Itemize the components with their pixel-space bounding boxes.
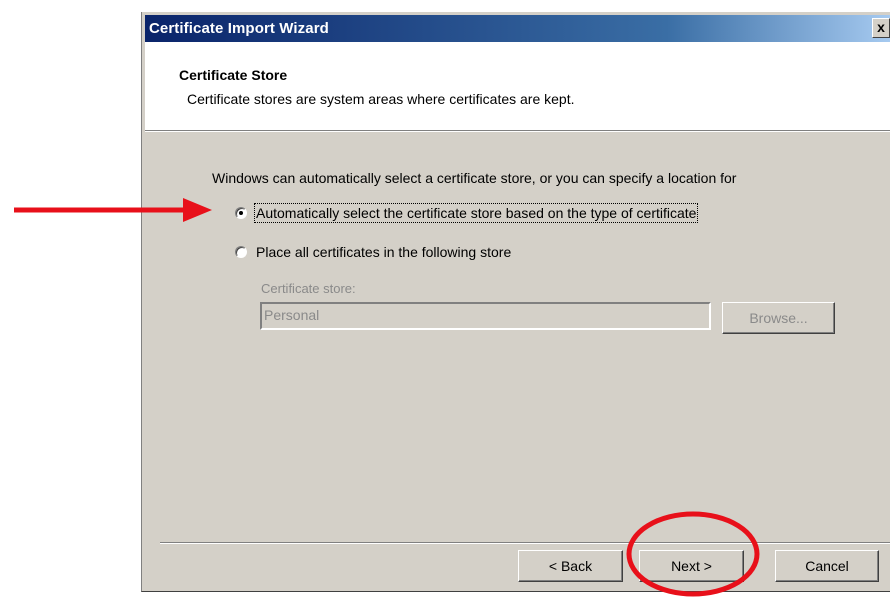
back-label: < Back [548,558,593,574]
header-divider [145,130,890,132]
page-title: Certificate Store [179,67,288,83]
page-subtitle: Certificate stores are system areas wher… [187,91,575,107]
cancel-button[interactable]: Cancel [775,550,879,582]
footer-divider [160,542,890,544]
auto-select-option[interactable]: Automatically select the certificate sto… [235,203,699,223]
back-button[interactable]: < Back [518,550,623,582]
close-button[interactable]: x [872,18,890,38]
intro-text: Windows can automatically select a certi… [212,170,737,186]
browse-label: Browse... [749,310,808,326]
place-in-store-label[interactable]: Place all certificates in the following … [256,244,511,260]
next-label: Next > [671,558,712,574]
auto-select-label[interactable]: Automatically select the certificate sto… [253,203,699,223]
cancel-label: Cancel [805,558,849,574]
next-button[interactable]: Next > [639,550,744,582]
certificate-import-wizard-window: Certificate Import Wizard x Certificate … [141,12,890,592]
certificate-store-field: Personal [260,302,711,330]
title-bar[interactable]: Certificate Import Wizard x [145,15,890,42]
place-in-store-radio[interactable] [235,246,247,258]
window-title: Certificate Import Wizard [149,20,329,37]
close-icon: x [877,19,885,35]
browse-button: Browse... [722,302,835,334]
auto-select-radio[interactable] [235,207,247,219]
wizard-header: Certificate Store Certificate stores are… [145,42,890,130]
place-in-store-option[interactable]: Place all certificates in the following … [235,244,511,260]
certificate-store-label: Certificate store: [261,281,356,296]
